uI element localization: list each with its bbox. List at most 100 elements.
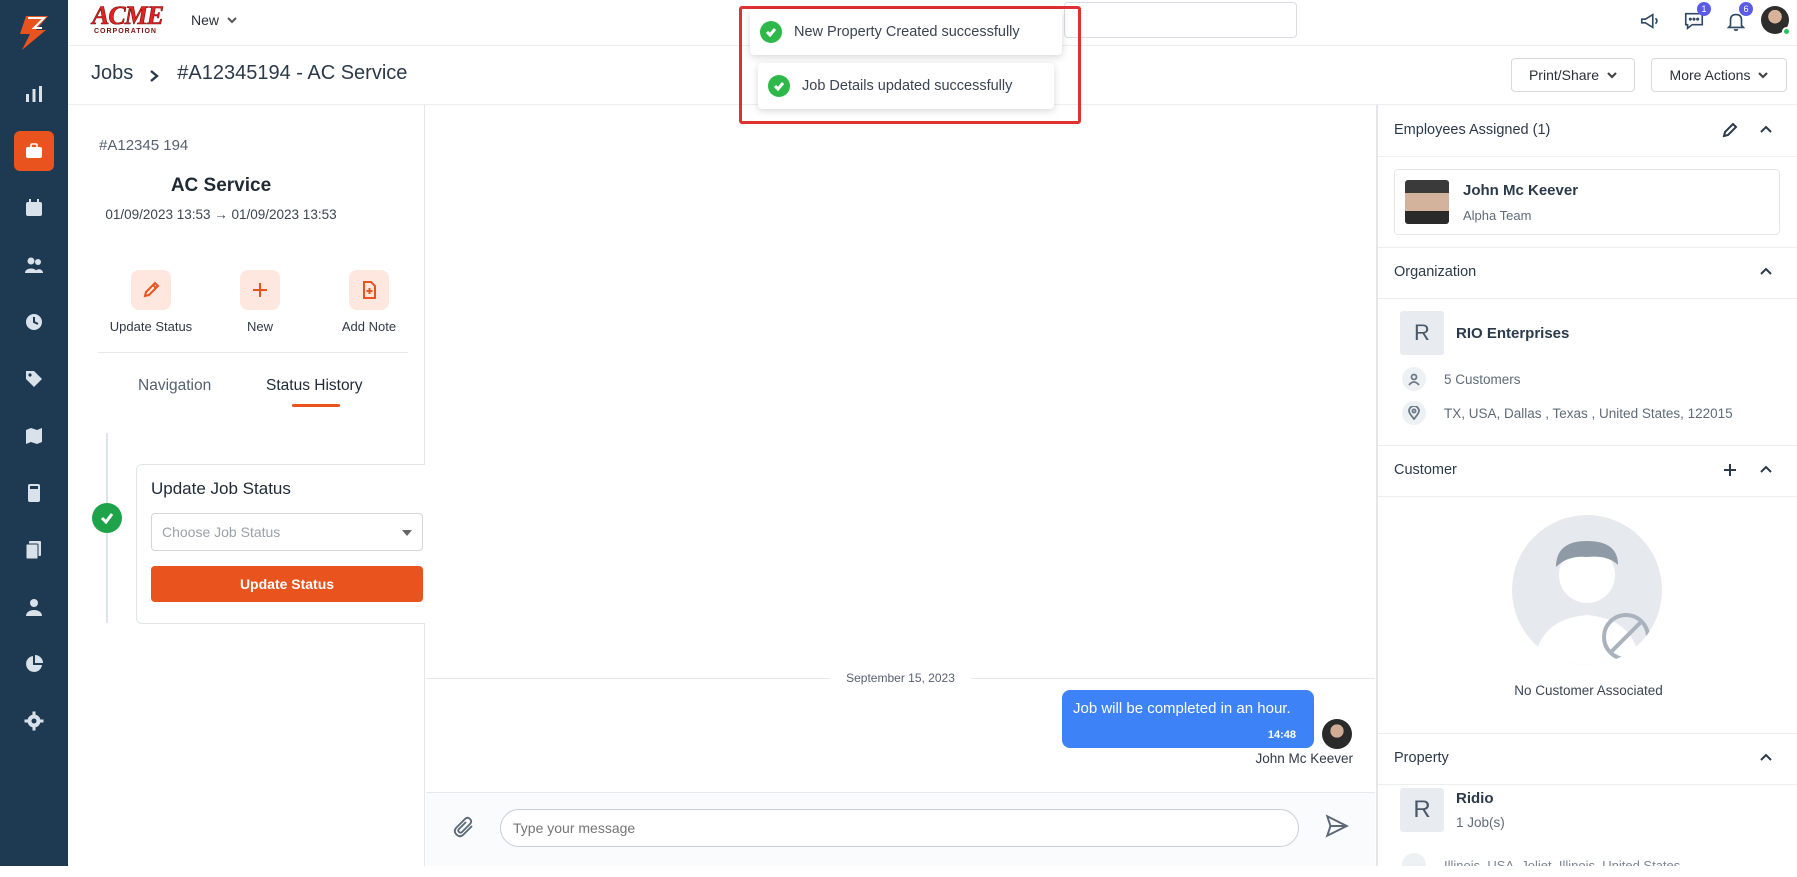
organization-address: TX, USA, Dallas , Texas , United States,… bbox=[1402, 401, 1733, 425]
chat-message-author: John Mc Keever bbox=[1255, 751, 1353, 766]
sidebar-calculator-icon[interactable] bbox=[14, 473, 54, 513]
job-details-panel: #A12345 194 AC Service 01/09/2023 13:53 … bbox=[68, 105, 425, 866]
employees-section-title: Employees Assigned (1) bbox=[1394, 122, 1551, 138]
property-section-title: Property bbox=[1394, 750, 1449, 766]
chat-panel: September 15, 2023 Job will be completed… bbox=[426, 105, 1375, 866]
property-name[interactable]: Ridio bbox=[1456, 790, 1494, 807]
chat-message-text: Job will be completed in an hour. bbox=[1073, 700, 1291, 717]
job-number: #A12345 194 bbox=[99, 137, 189, 154]
update-status-button[interactable]: Update Status bbox=[151, 566, 423, 602]
bell-icon[interactable]: 6 bbox=[1723, 2, 1753, 34]
chevron-down-icon bbox=[227, 17, 237, 24]
breadcrumb: Jobs #A12345194 - AC Service bbox=[91, 62, 407, 85]
user-avatar[interactable] bbox=[1761, 6, 1791, 36]
toast-message: Job Details updated successfully bbox=[802, 78, 1013, 94]
chat-message-bubble: Job will be completed in an hour. 14:48 bbox=[1062, 690, 1314, 748]
sidebar-team-icon[interactable] bbox=[14, 245, 54, 285]
no-customer-text: No Customer Associated bbox=[1514, 683, 1663, 698]
sidebar-documents-icon[interactable] bbox=[14, 530, 54, 570]
company-logo[interactable]: ACME CORPORATION bbox=[92, 1, 165, 36]
employee-card[interactable]: John Mc Keever Alpha Team bbox=[1394, 169, 1780, 235]
chevron-up-icon[interactable] bbox=[1758, 462, 1776, 480]
update-status-action[interactable]: Update Status bbox=[96, 270, 206, 334]
sidebar-dashboard-icon[interactable] bbox=[14, 74, 54, 114]
notification-badge: 6 bbox=[1739, 2, 1753, 16]
sidebar-user-icon[interactable] bbox=[14, 587, 54, 627]
sidebar-settings-icon[interactable] bbox=[14, 701, 54, 741]
send-icon[interactable] bbox=[1324, 813, 1354, 843]
update-job-status-card: Update Job Status Choose Job Status Upda… bbox=[136, 464, 425, 624]
customer-section-title: Customer bbox=[1394, 462, 1457, 478]
chevron-right-icon bbox=[147, 66, 163, 82]
more-actions-label: More Actions bbox=[1669, 67, 1751, 83]
check-icon bbox=[92, 503, 122, 533]
chevron-down-icon bbox=[1607, 72, 1617, 79]
job-title: AC Service bbox=[170, 175, 272, 196]
page-title: #A12345194 - AC Service bbox=[177, 62, 408, 84]
tab-status-history[interactable]: Status History bbox=[266, 377, 362, 395]
organization-avatar: R bbox=[1400, 311, 1444, 355]
toast-notification[interactable]: Job Details updated successfully bbox=[758, 63, 1054, 109]
customer-section-header[interactable]: Customer bbox=[1378, 445, 1797, 497]
avatar bbox=[1322, 719, 1352, 749]
sidebar-tag-icon[interactable] bbox=[14, 359, 54, 399]
employees-section-header[interactable]: Employees Assigned (1) bbox=[1378, 105, 1797, 157]
paperclip-icon[interactable] bbox=[452, 815, 478, 841]
chevron-up-icon[interactable] bbox=[1758, 264, 1776, 282]
chevron-up-icon[interactable] bbox=[1758, 750, 1776, 768]
add-note-action[interactable]: Add Note bbox=[314, 270, 424, 334]
app-logo-icon[interactable] bbox=[14, 12, 54, 52]
employee-name: John Mc Keever bbox=[1463, 182, 1579, 199]
chat-date: September 15, 2023 bbox=[846, 671, 955, 685]
message-input[interactable] bbox=[500, 809, 1299, 847]
plus-icon bbox=[240, 270, 280, 310]
new-action-label: New bbox=[246, 319, 273, 334]
update-status-action-label: Update Status bbox=[109, 319, 193, 334]
employee-team: Alpha Team bbox=[1463, 208, 1532, 223]
job-status-placeholder: Choose Job Status bbox=[162, 524, 281, 540]
chat-icon[interactable]: 1 bbox=[1681, 2, 1711, 34]
property-address-text: Illinois, USA, Joliet, Illinois, United … bbox=[1444, 857, 1681, 867]
toast-notification[interactable]: New Property Created successfully bbox=[750, 9, 1062, 55]
job-sidebar-panel: Employees Assigned (1) John Mc Keever Al… bbox=[1376, 105, 1797, 866]
sidebar-calendar-icon[interactable] bbox=[14, 188, 54, 228]
chat-badge: 1 bbox=[1697, 2, 1711, 16]
property-jobs: 1 Job(s) bbox=[1456, 815, 1505, 830]
organization-customers-text: 5 Customers bbox=[1444, 371, 1521, 387]
property-section-header[interactable]: Property bbox=[1378, 733, 1797, 785]
search-input[interactable] bbox=[1064, 2, 1297, 38]
chat-date-separator: September 15, 2023 bbox=[426, 668, 1375, 688]
sidebar-jobs-icon[interactable] bbox=[14, 131, 54, 171]
job-status-select[interactable]: Choose Job Status bbox=[151, 513, 423, 551]
new-action[interactable]: New bbox=[205, 270, 315, 334]
organization-customers: 5 Customers bbox=[1402, 367, 1521, 391]
status-card-title: Update Job Status bbox=[151, 479, 291, 498]
property-avatar: R bbox=[1400, 788, 1444, 832]
sidebar-map-icon[interactable] bbox=[14, 416, 54, 456]
sidebar-reports-icon[interactable] bbox=[14, 644, 54, 684]
company-logo-name: ACME bbox=[92, 1, 165, 30]
job-dates: 01/09/2023 13:53 → 01/09/2023 13:53 bbox=[105, 207, 337, 222]
plus-icon[interactable] bbox=[1722, 462, 1740, 480]
megaphone-icon[interactable] bbox=[1637, 8, 1663, 34]
chevron-up-icon[interactable] bbox=[1758, 122, 1776, 140]
pencil-icon[interactable] bbox=[1722, 122, 1740, 140]
breadcrumb-jobs-link[interactable]: Jobs bbox=[91, 62, 133, 85]
organization-name[interactable]: RIO Enterprises bbox=[1456, 325, 1569, 342]
employee-photo bbox=[1405, 180, 1449, 224]
new-menu-button[interactable]: New bbox=[191, 12, 237, 28]
location-pin-icon bbox=[1402, 853, 1426, 866]
divider bbox=[98, 352, 408, 353]
online-status-dot bbox=[1782, 27, 1791, 36]
print-share-button[interactable]: Print/Share bbox=[1511, 58, 1635, 92]
chevron-down-icon bbox=[1758, 72, 1769, 79]
active-tab-indicator bbox=[292, 404, 340, 407]
organization-section-header[interactable]: Organization bbox=[1378, 247, 1797, 299]
more-actions-button[interactable]: More Actions bbox=[1651, 58, 1787, 92]
add-note-action-label: Add Note bbox=[341, 319, 397, 334]
note-plus-icon bbox=[349, 270, 389, 310]
caret-down-icon bbox=[402, 530, 412, 536]
pencil-icon bbox=[131, 270, 171, 310]
sidebar-clock-icon[interactable] bbox=[14, 302, 54, 342]
tab-navigation[interactable]: Navigation bbox=[138, 377, 211, 395]
